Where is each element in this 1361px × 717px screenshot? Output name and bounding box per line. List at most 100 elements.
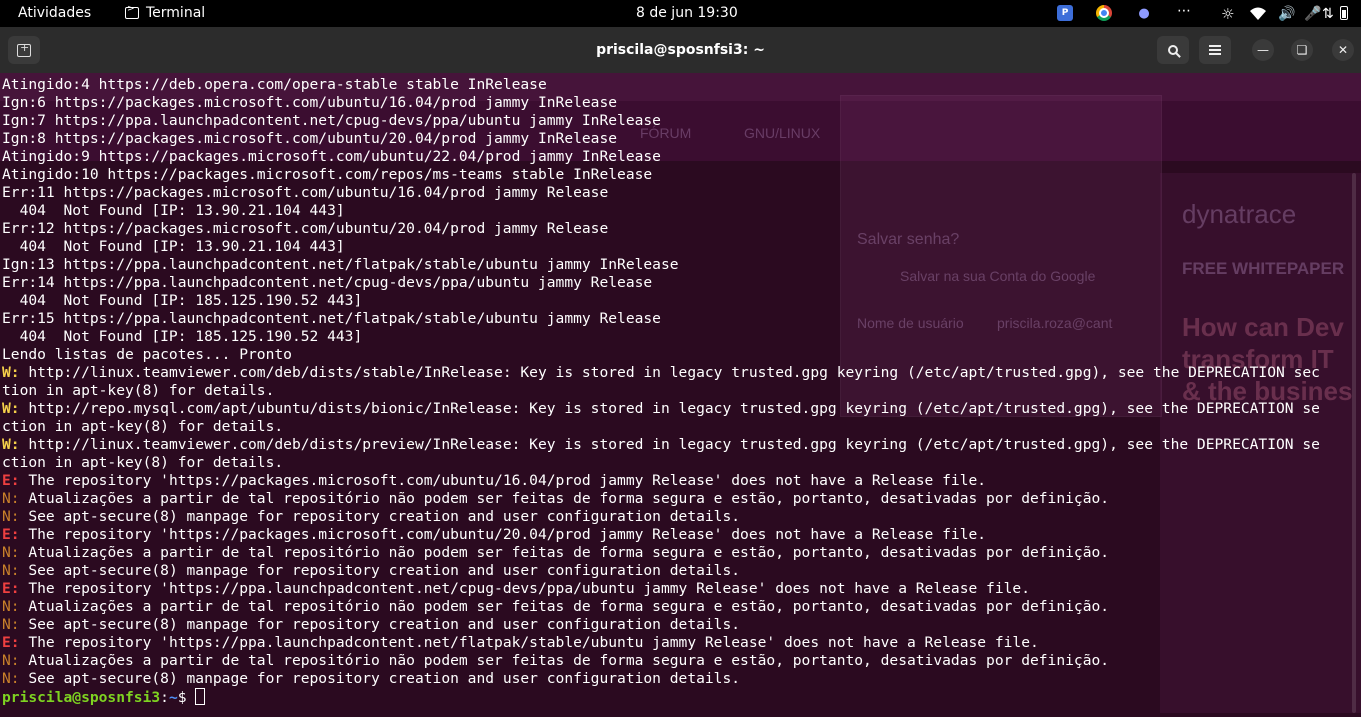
terminal-line: 404 Not Found [IP: 13.90.21.104 443]: [2, 238, 1353, 256]
terminal-line: Err:15 https://ppa.launchpadcontent.net/…: [2, 310, 1353, 328]
prompt-line[interactable]: priscila@sposnfsi3:~$: [2, 688, 1353, 706]
terminal-line: E: The repository 'https://packages.micr…: [2, 526, 1353, 544]
message-prefix: W:: [2, 364, 20, 381]
terminal-headerbar: priscila@sposnfsi3: ~ — ❏ ✕: [0, 27, 1361, 73]
line-text: See apt-secure(8) manpage for repository…: [19, 562, 741, 579]
close-button[interactable]: ✕: [1332, 39, 1354, 61]
line-text: Atualizações a partir de tal repositório…: [19, 598, 1110, 615]
settings-icon[interactable]: ⇅: [1322, 5, 1334, 22]
line-text: http://repo.mysql.com/apt/ubuntu/dists/b…: [19, 400, 1320, 417]
terminal-line: E: The repository 'https://ppa.launchpad…: [2, 634, 1353, 652]
activities-button[interactable]: Atividades: [18, 5, 91, 21]
message-prefix: W:: [2, 400, 20, 417]
message-prefix: E:: [2, 526, 20, 543]
minimize-button[interactable]: —: [1252, 39, 1274, 61]
mic-icon[interactable]: 🎤: [1304, 5, 1321, 22]
prompt-user: priscila@sposnfsi3: [2, 689, 161, 706]
line-text: http://linux.teamviewer.com/deb/dists/pr…: [19, 436, 1320, 453]
message-prefix: N:: [2, 544, 20, 561]
line-text: See apt-secure(8) manpage for repository…: [19, 616, 741, 633]
terminal-line: E: The repository 'https://ppa.launchpad…: [2, 580, 1353, 598]
maximize-button[interactable]: ❏: [1291, 39, 1313, 61]
terminal-line: N: See apt-secure(8) manpage for reposit…: [2, 616, 1353, 634]
line-text: Lendo listas de pacotes... Pronto: [2, 346, 292, 363]
terminal-line: N: See apt-secure(8) manpage for reposit…: [2, 670, 1353, 688]
message-prefix: N:: [2, 598, 20, 615]
text-cursor: [195, 688, 206, 705]
clock[interactable]: 8 de jun 19:30: [636, 5, 738, 21]
message-prefix: W:: [2, 436, 20, 453]
terminal-line: Atingido:4 https://deb.opera.com/opera-s…: [2, 76, 1353, 94]
message-prefix: N:: [2, 616, 20, 633]
system-top-bar: Atividades Terminal 8 de jun 19:30 P ● ⋯…: [0, 0, 1361, 27]
restore-icon: ❏: [1296, 43, 1308, 57]
terminal-line: Err:12 https://packages.microsoft.com/ub…: [2, 220, 1353, 238]
teams-icon[interactable]: ●: [1136, 5, 1152, 22]
terminal-line: 404 Not Found [IP: 185.125.190.52 443]: [2, 328, 1353, 346]
message-prefix: N:: [2, 652, 20, 669]
message-prefix: N:: [2, 670, 20, 687]
terminal-line: Lendo listas de pacotes... Pronto: [2, 346, 1353, 364]
terminal-line: Ign:7 https://ppa.launchpadcontent.net/c…: [2, 112, 1353, 130]
close-icon: ✕: [1337, 43, 1349, 57]
line-text: Err:12 https://packages.microsoft.com/ub…: [2, 220, 609, 237]
line-text: ction in apt-key(8) for details.: [2, 418, 284, 435]
line-text: ction in apt-key(8) for details.: [2, 454, 284, 471]
search-button[interactable]: [1157, 36, 1189, 64]
chrome-icon[interactable]: [1096, 5, 1112, 21]
line-text: 404 Not Found [IP: 13.90.21.104 443]: [2, 238, 345, 255]
terminal-line: N: See apt-secure(8) manpage for reposit…: [2, 562, 1353, 580]
line-text: Ign:6 https://packages.microsoft.com/ubu…: [2, 94, 618, 111]
message-prefix: E:: [2, 472, 20, 489]
minimize-icon: —: [1257, 43, 1269, 57]
line-text: The repository 'https://packages.microso…: [19, 526, 987, 543]
terminal-line: N: Atualizações a partir de tal repositó…: [2, 490, 1353, 508]
menu-button[interactable]: [1199, 36, 1231, 64]
terminal-icon: [125, 4, 139, 19]
search-icon: [1168, 45, 1178, 55]
brightness-icon[interactable]: ☼: [1221, 5, 1234, 23]
terminal-line: Ign:8 https://packages.microsoft.com/ubu…: [2, 130, 1353, 148]
app-menu[interactable]: Terminal: [125, 4, 205, 21]
line-text: Atualizações a partir de tal repositório…: [19, 652, 1110, 669]
prompt-symbol: $: [177, 689, 196, 706]
terminal-line: ction in apt-key(8) for details.: [2, 418, 1353, 436]
battery-icon[interactable]: [1340, 6, 1348, 20]
terminal-line: Ign:6 https://packages.microsoft.com/ubu…: [2, 94, 1353, 112]
line-text: Err:15 https://ppa.launchpadcontent.net/…: [2, 310, 661, 327]
line-text: Ign:8 https://packages.microsoft.com/ubu…: [2, 130, 618, 147]
message-prefix: N:: [2, 490, 20, 507]
terminal-line: W: http://repo.mysql.com/apt/ubuntu/dist…: [2, 400, 1353, 418]
prompt-separator: :: [160, 689, 169, 706]
terminal-line: W: http://linux.teamviewer.com/deb/dists…: [2, 364, 1353, 382]
message-prefix: E:: [2, 634, 20, 651]
message-prefix: N:: [2, 508, 20, 525]
terminal-line: Atingido:10 https://packages.microsoft.c…: [2, 166, 1353, 184]
line-text: Atingido:10 https://packages.microsoft.c…: [2, 166, 653, 183]
line-text: Atingido:9 https://packages.microsoft.co…: [2, 148, 661, 165]
hamburger-icon: [1209, 45, 1221, 55]
line-text: The repository 'https://packages.microso…: [19, 472, 987, 489]
line-text: 404 Not Found [IP: 185.125.190.52 443]: [2, 328, 363, 345]
line-text: The repository 'https://ppa.launchpadcon…: [19, 580, 1030, 597]
line-text: Ign:13 https://ppa.launchpadcontent.net/…: [2, 256, 679, 273]
terminal-line: N: Atualizações a partir de tal repositó…: [2, 652, 1353, 670]
line-text: 404 Not Found [IP: 185.125.190.52 443]: [2, 292, 363, 309]
overflow-dots-icon[interactable]: ⋯: [1177, 2, 1191, 19]
line-text: Atualizações a partir de tal repositório…: [19, 544, 1110, 561]
terminal-view[interactable]: FÓRUM GNU/LINUX Salvar senha? Salvar na …: [0, 73, 1361, 717]
message-prefix: E:: [2, 580, 20, 597]
message-prefix: N:: [2, 562, 20, 579]
line-text: Ign:7 https://ppa.launchpadcontent.net/c…: [2, 112, 661, 129]
terminal-line: E: The repository 'https://packages.micr…: [2, 472, 1353, 490]
terminal-line: ction in apt-key(8) for details.: [2, 454, 1353, 472]
line-text: See apt-secure(8) manpage for repository…: [19, 670, 741, 687]
p-app-icon[interactable]: P: [1057, 5, 1073, 21]
terminal-line: tion in apt-key(8) for details.: [2, 382, 1353, 400]
line-text: Err:14 https://ppa.launchpadcontent.net/…: [2, 274, 653, 291]
wifi-icon[interactable]: [1250, 5, 1266, 22]
volume-icon[interactable]: 🔊: [1278, 5, 1295, 22]
line-text: 404 Not Found [IP: 13.90.21.104 443]: [2, 202, 345, 219]
terminal-output: Atingido:4 https://deb.opera.com/opera-s…: [2, 76, 1353, 706]
terminal-line: Atingido:9 https://packages.microsoft.co…: [2, 148, 1353, 166]
